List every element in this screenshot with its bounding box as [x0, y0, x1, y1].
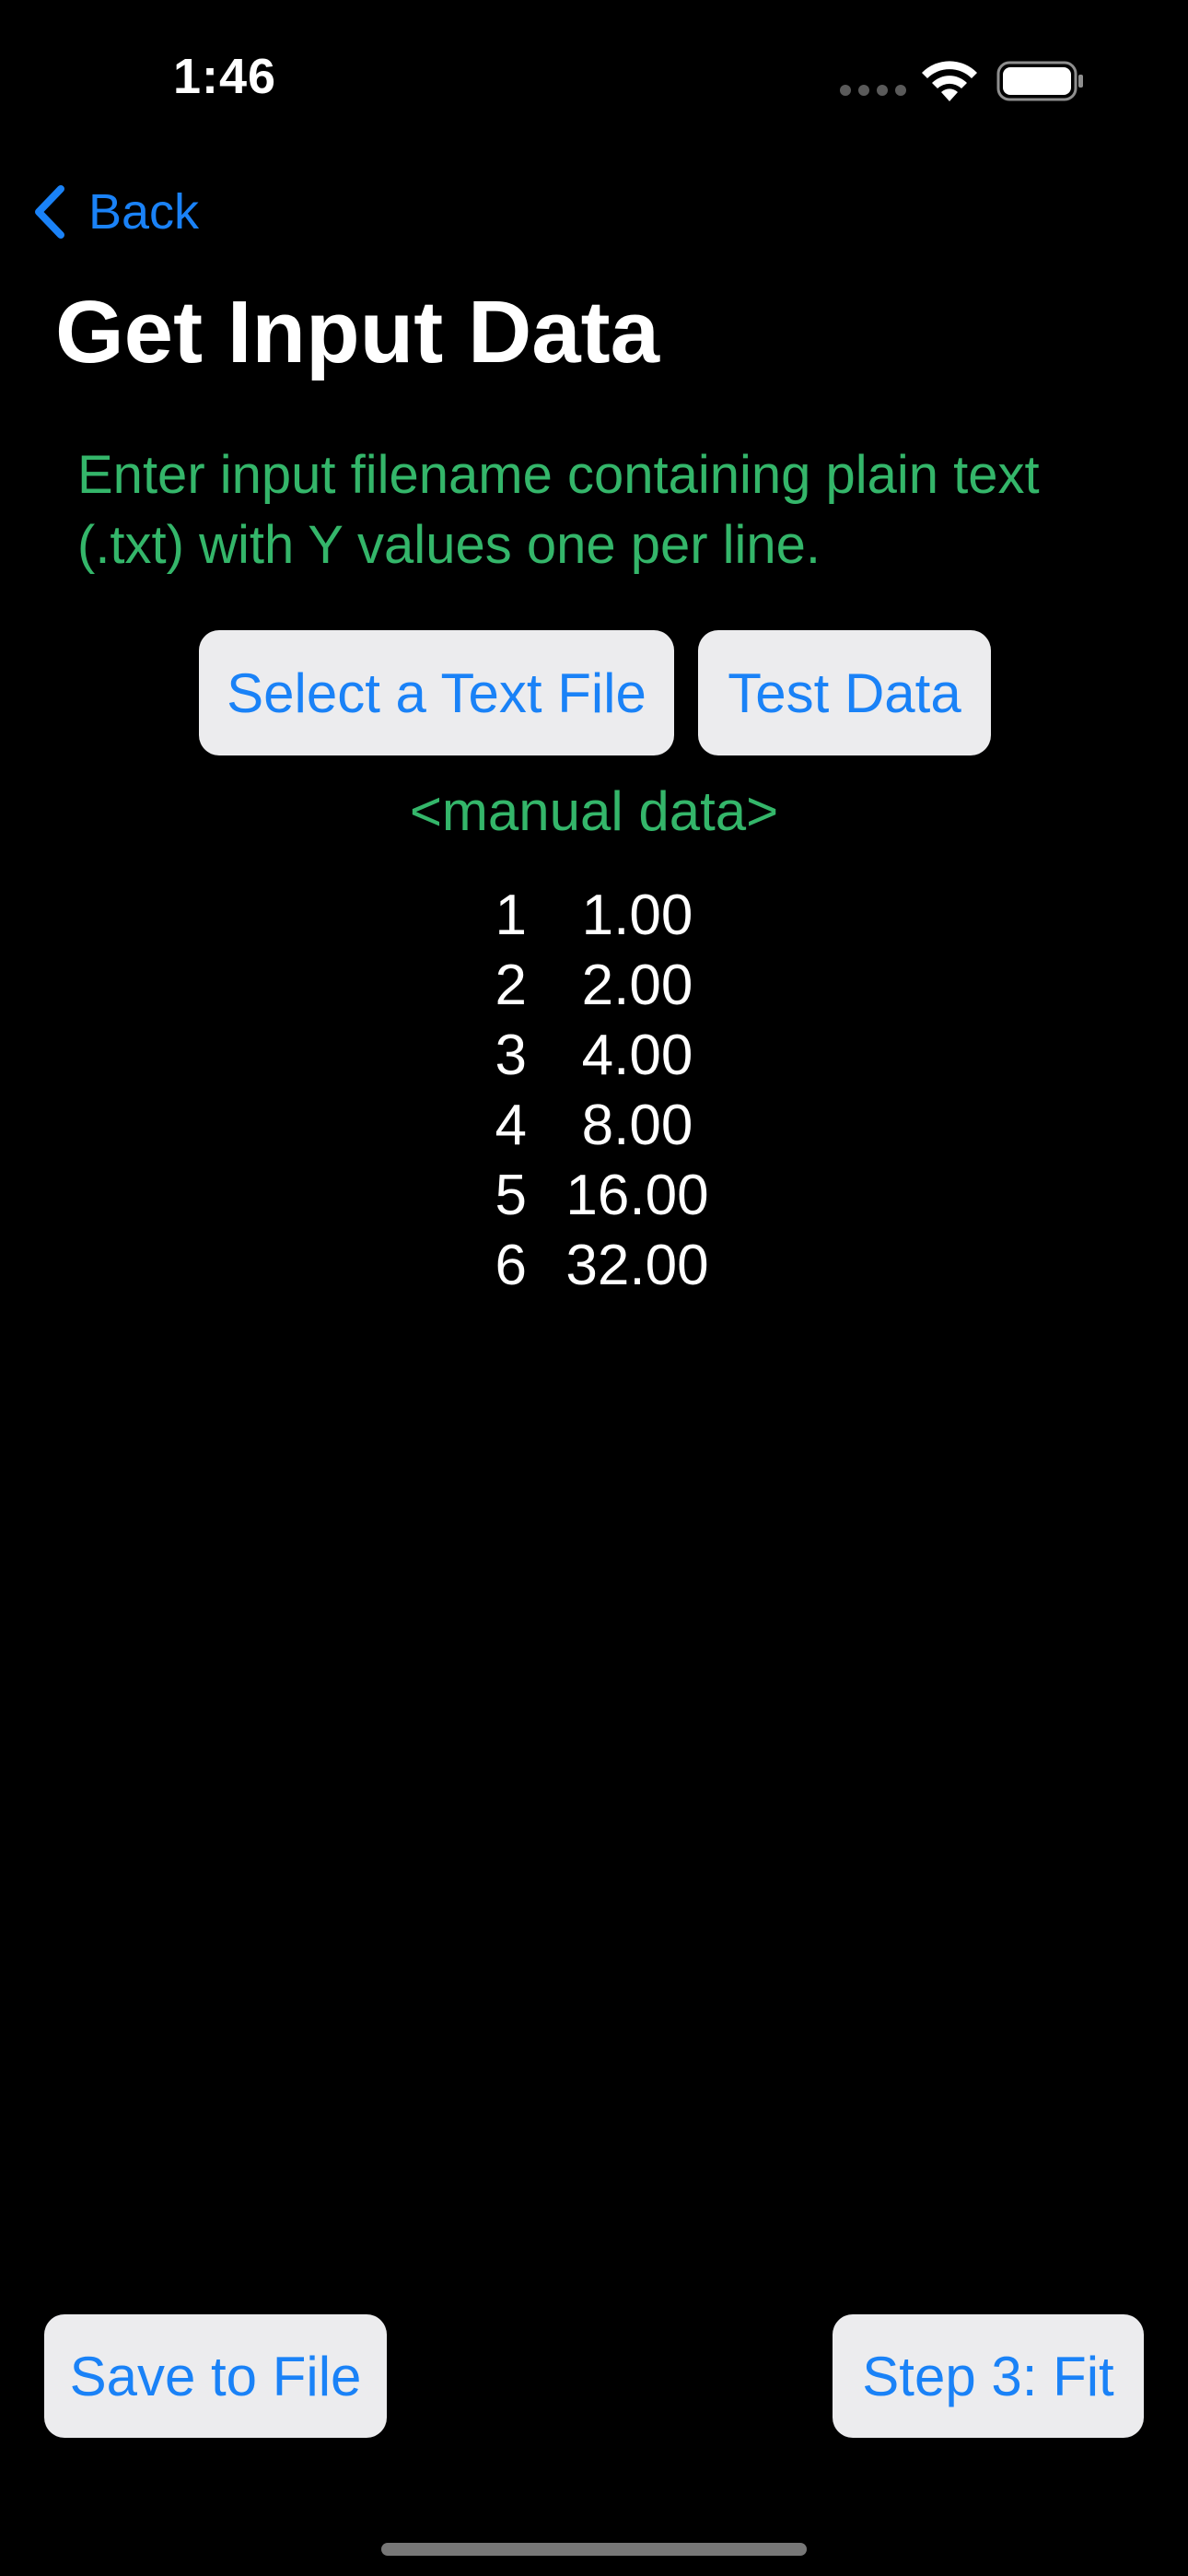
- list-item: 1 1.00: [0, 883, 1188, 953]
- back-button[interactable]: Back: [31, 175, 199, 249]
- home-indicator[interactable]: [381, 2543, 807, 2556]
- row-value: 4.00: [581, 1024, 693, 1087]
- page-title: Get Input Data: [55, 283, 660, 381]
- row-value: 32.00: [565, 1234, 709, 1297]
- list-item: 5 16.00: [0, 1163, 1188, 1233]
- back-label: Back: [88, 184, 200, 240]
- test-data-button[interactable]: Test Data: [698, 630, 991, 755]
- row-value: 8.00: [581, 1094, 693, 1157]
- status-bar: 1:46: [0, 0, 1188, 157]
- instructions-text: Enter input filename containing plain te…: [77, 445, 1040, 575]
- row-value: 16.00: [565, 1164, 709, 1227]
- select-text-file-button[interactable]: Select a Text File: [199, 630, 674, 755]
- wifi-icon: [922, 61, 977, 101]
- list-item: 6 32.00: [0, 1233, 1188, 1303]
- chevron-left-icon: [35, 185, 64, 239]
- save-to-file-button[interactable]: Save to File: [44, 2314, 387, 2438]
- data-source-label: <manual data>: [409, 780, 779, 842]
- list-item: 4 8.00: [0, 1093, 1188, 1163]
- step3-fit-button[interactable]: Step 3: Fit: [833, 2314, 1144, 2438]
- data-list: 1 1.00 2 2.00 3 4.00 4 8.00 5 16.00 6 32…: [0, 883, 1188, 1303]
- status-time: 1:46: [173, 49, 277, 104]
- cellular-signal-icon: [840, 85, 906, 96]
- list-item: 2 2.00: [0, 953, 1188, 1023]
- row-value: 1.00: [581, 884, 693, 947]
- list-item: 3 4.00: [0, 1023, 1188, 1093]
- row-value: 2.00: [581, 954, 693, 1017]
- battery-icon: [996, 61, 1083, 101]
